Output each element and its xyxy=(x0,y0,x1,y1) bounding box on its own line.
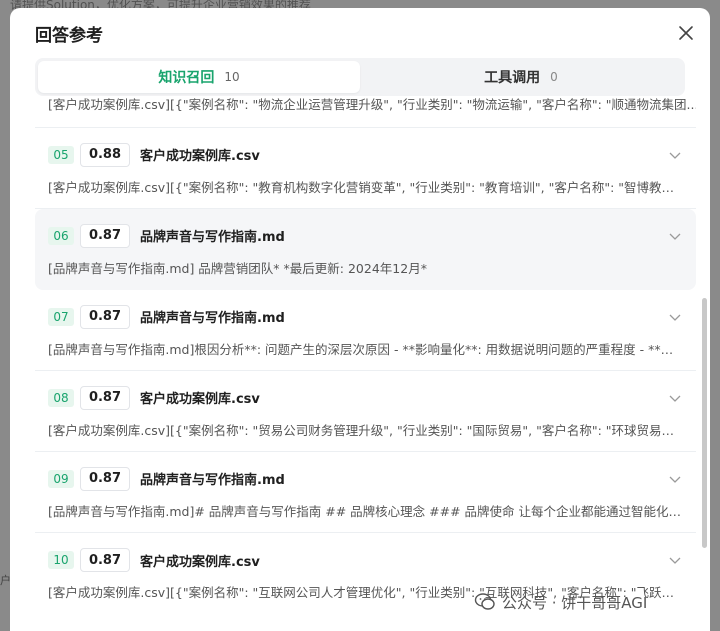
file-name: 客户成功案例库.csv xyxy=(140,149,260,164)
watermark-text: 公众号 · 饼干哥哥AGI xyxy=(502,593,648,612)
item-index: 07 xyxy=(48,307,74,326)
file-name: 客户成功案例库.csv xyxy=(140,554,260,570)
tab-count: 10 xyxy=(224,70,240,84)
file-name: 品牌声音与写作指南.md xyxy=(140,473,285,488)
tab-knowledge-recall[interactable]: 知识召回 10 xyxy=(38,61,360,93)
modal-title: 回答参考 xyxy=(35,25,103,46)
list-item[interactable]: 05 0.88 客户成功案例库.csv [客户成功案例库.csv][{"案例名称… xyxy=(35,128,696,209)
chevron-down-icon[interactable] xyxy=(667,309,683,325)
backdrop-side-text: 户 xyxy=(0,574,11,587)
snippet-text: [品牌声音与写作指南.md] 品牌营销团队* *最后更新: 2024年12月* xyxy=(48,260,427,276)
chevron-down-icon[interactable] xyxy=(667,147,683,163)
relevance-score: 0.87 xyxy=(80,548,130,572)
item-index: 08 xyxy=(48,388,74,407)
snippet-text: [品牌声音与写作指南.md]根因分析**: 问题产生的深层次原因 - **影响量… xyxy=(48,341,683,357)
item-index: 06 xyxy=(48,226,74,245)
item-index: 10 xyxy=(48,551,74,569)
relevance-score: 0.87 xyxy=(80,385,130,410)
list-item[interactable]: 07 0.87 品牌声音与写作指南.md [品牌声音与写作指南.md]根因分析*… xyxy=(35,290,696,371)
modal-header: 回答参考 xyxy=(10,8,710,58)
item-index: 05 xyxy=(48,145,74,164)
close-button[interactable] xyxy=(672,19,700,47)
relevance-score: 0.87 xyxy=(80,304,130,329)
snippet-text: [客户成功案例库.csv][{"案例名称": "物流企业运营管理升级", "行业… xyxy=(48,98,696,112)
list-item[interactable]: 08 0.87 客户成功案例库.csv [客户成功案例库.csv][{"案例名称… xyxy=(35,371,696,452)
scrollbar[interactable] xyxy=(702,298,707,548)
list-item[interactable]: 09 0.87 品牌声音与写作指南.md [品牌声音与写作指南.md]# 品牌声… xyxy=(35,452,696,533)
file-name: 品牌声音与写作指南.md xyxy=(140,230,285,245)
tab-label: 知识召回 xyxy=(158,70,215,86)
item-index: 09 xyxy=(48,469,74,488)
reference-list: [客户成功案例库.csv][{"案例名称": "物流企业运营管理升级", "行业… xyxy=(35,98,696,631)
relevance-score: 0.88 xyxy=(80,142,130,167)
tab-count: 0 xyxy=(550,70,558,84)
chevron-down-icon[interactable] xyxy=(667,552,683,568)
snippet-text: [客户成功案例库.csv][{"案例名称": "贸易公司财务管理升级", "行业… xyxy=(48,422,683,438)
snippet-text: [品牌声音与写作指南.md]# 品牌声音与写作指南 ## 品牌核心理念 ### … xyxy=(48,503,683,519)
relevance-score: 0.87 xyxy=(80,466,130,491)
close-icon xyxy=(679,26,693,40)
list-item-partial: [客户成功案例库.csv][{"案例名称": "物流企业运营管理升级", "行业… xyxy=(35,98,696,128)
reference-modal: 回答参考 知识召回 10 工具调用 0 [客户成功案例库.csv][{"案例名称… xyxy=(10,8,710,631)
list-item[interactable]: 06 0.87 品牌声音与写作指南.md [品牌声音与写作指南.md] 品牌营销… xyxy=(35,209,696,290)
snippet-text: [客户成功案例库.csv][{"案例名称": "教育机构数字化营销变革", "行… xyxy=(48,179,683,195)
chevron-down-icon[interactable] xyxy=(667,390,683,406)
chevron-down-icon[interactable] xyxy=(667,471,683,487)
chevron-down-icon[interactable] xyxy=(667,228,683,244)
tab-label: 工具调用 xyxy=(484,70,541,86)
tab-bar: 知识召回 10 工具调用 0 xyxy=(35,58,685,96)
file-name: 客户成功案例库.csv xyxy=(140,392,260,407)
file-name: 品牌声音与写作指南.md xyxy=(140,311,285,326)
watermark: 公众号 · 饼干哥哥AGI xyxy=(474,591,647,613)
tab-tool-calls[interactable]: 工具调用 0 xyxy=(360,61,682,93)
relevance-score: 0.87 xyxy=(80,223,130,248)
wechat-logo-icon xyxy=(474,593,495,610)
